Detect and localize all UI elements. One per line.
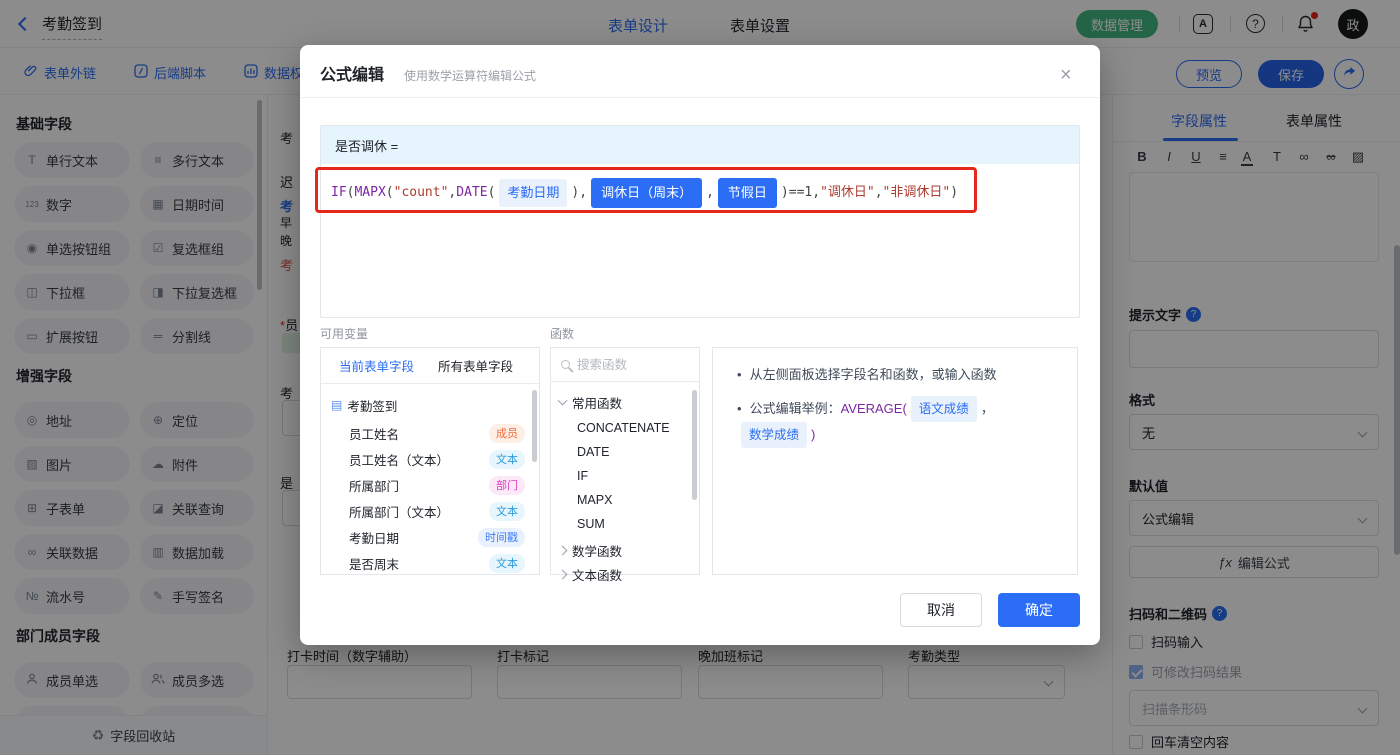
close-icon[interactable]: ×	[1060, 65, 1072, 85]
type-badge: 部门	[489, 475, 525, 495]
variables-scrollbar[interactable]	[532, 390, 537, 462]
type-badge: 时间戳	[478, 527, 525, 547]
token-string: "非调休日"	[882, 185, 951, 200]
cancel-button[interactable]: 取消	[900, 593, 982, 627]
modal-title: 公式编辑	[320, 67, 385, 84]
variable-row[interactable]: 考勤日期 时间戳	[321, 524, 539, 550]
example-close: )	[811, 427, 816, 442]
search-icon	[561, 360, 570, 369]
function-item[interactable]: IF	[551, 464, 699, 488]
tab-current-form-fields[interactable]: 当前表单字段	[339, 356, 414, 375]
function-search[interactable]	[551, 348, 699, 382]
tree-root[interactable]: ▤ 考勤签到	[321, 392, 539, 418]
example-fn: AVERAGE(	[840, 401, 907, 416]
type-badge: 文本	[489, 553, 525, 573]
token-fn: IF	[331, 185, 347, 200]
variables-label: 可用变量	[320, 327, 369, 341]
function-group-text[interactable]: 文本函数	[551, 562, 699, 586]
function-group-common[interactable]: 常用函数	[551, 390, 699, 414]
formula-editor-modal: 公式编辑 使用数学运算符编辑公式 × 是否调休 = IF(MAPX("count…	[300, 45, 1100, 645]
example-field: 数学成绩	[741, 422, 808, 448]
function-group-math[interactable]: 数学函数	[551, 538, 699, 562]
field-token-selected[interactable]: 节假日	[717, 178, 777, 208]
variables-tabs: 当前表单字段 所有表单字段	[321, 348, 539, 384]
function-item[interactable]: SUM	[551, 512, 699, 536]
function-item[interactable]: MAPX	[551, 488, 699, 512]
token-string: "调休日"	[820, 185, 875, 200]
variable-row[interactable]: 员工姓名 成员	[321, 420, 539, 446]
variable-row[interactable]: 所属部门 部门	[321, 472, 539, 498]
bullet: •	[737, 401, 742, 416]
example-field: 语文成绩	[910, 396, 977, 422]
confirm-button[interactable]: 确定	[998, 593, 1080, 627]
field-token[interactable]: 考勤日期	[499, 179, 568, 207]
type-badge: 文本	[489, 449, 525, 469]
functions-panel: 常用函数 CONCATENATE DATE IF MAPX SUM 数学函数 文…	[550, 347, 700, 583]
variable-row[interactable]: 员工姓名（文本） 文本	[321, 446, 539, 472]
token-string: "count"	[393, 185, 449, 200]
token-fn: MAPX	[354, 185, 386, 200]
help-line-2: • 公式编辑举例： AVERAGE( 语文成绩 ， 数学成绩 )	[737, 396, 1061, 448]
function-item[interactable]: DATE	[551, 440, 699, 464]
divider	[300, 97, 1100, 98]
functions-label: 函数	[550, 327, 575, 341]
caret-right-icon	[557, 545, 568, 555]
function-search-input[interactable]	[577, 357, 677, 372]
help-panel: • 从左侧面板选择字段名和函数，或输入函数 • 公式编辑举例： AVERAGE(…	[712, 347, 1078, 575]
token-fn: DATE	[456, 185, 488, 200]
type-badge: 成员	[489, 423, 525, 443]
help-line-1: • 从左侧面板选择字段名和函数，或输入函数	[737, 364, 1061, 386]
field-token-selected[interactable]: 调休日（周末）	[591, 178, 703, 208]
function-item[interactable]: CONCATENATE	[551, 416, 699, 440]
caret-down-icon	[557, 395, 568, 405]
type-badge: 文本	[489, 501, 525, 521]
modal-subtitle: 使用数学运算符编辑公式	[404, 69, 537, 83]
caret-right-icon	[557, 569, 568, 579]
formula-target: 是否调休 =	[321, 126, 1079, 164]
variables-panel: 当前表单字段 所有表单字段 ▤ 考勤签到 员工姓名 成员 员工姓名（文本） 文本 所…	[320, 347, 540, 575]
tab-all-form-fields[interactable]: 所有表单字段	[438, 356, 513, 375]
formula-editor-area[interactable]: 是否调休 = IF(MAPX("count", DATE(考勤日期), 调休日（周末…	[320, 125, 1080, 318]
variable-row[interactable]: 所属部门（文本） 文本	[321, 498, 539, 524]
formula-expression[interactable]: IF(MAPX("count", DATE(考勤日期), 调休日（周末）, 节假日)=…	[321, 164, 1079, 222]
functions-scrollbar[interactable]	[692, 390, 697, 500]
form-doc-icon: ▤	[331, 398, 343, 412]
variable-row[interactable]: 是否周末 文本	[321, 550, 539, 576]
bullet: •	[737, 367, 742, 382]
